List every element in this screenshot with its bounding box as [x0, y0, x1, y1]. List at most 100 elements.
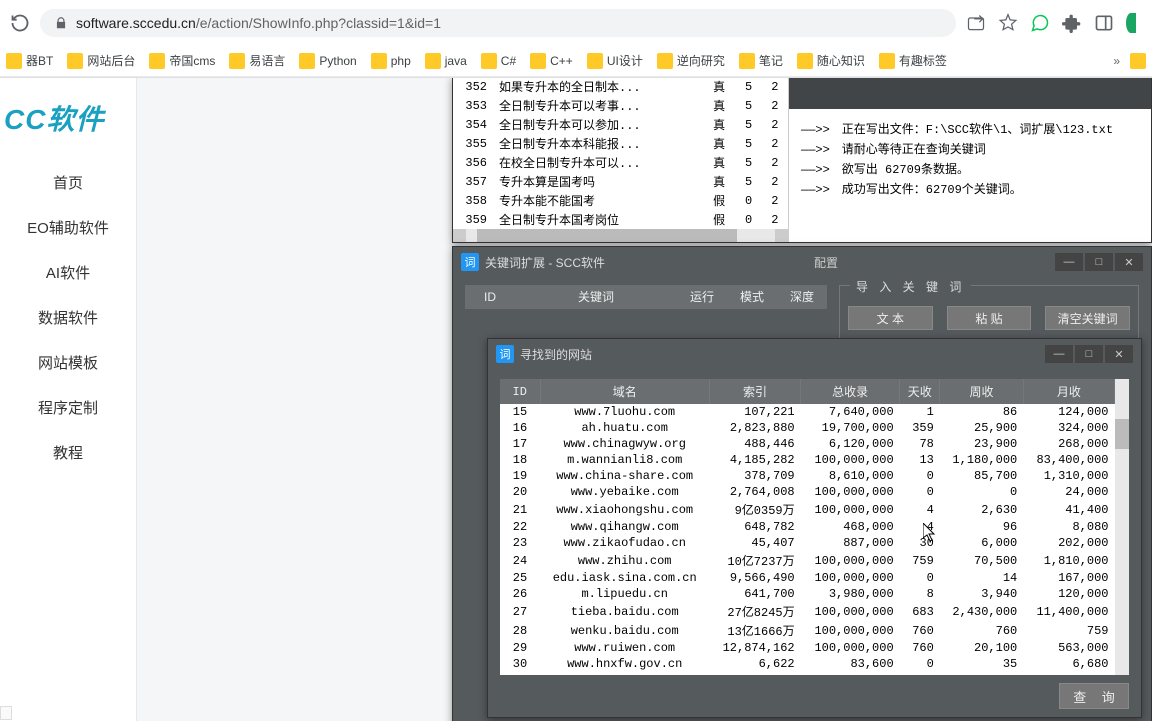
sidebar-item[interactable]: 首页 [0, 160, 136, 205]
folder-icon [371, 53, 387, 69]
column-header[interactable]: 关键词 [515, 285, 677, 309]
table-row[interactable]: 18m.wannianli8.com4,185,282100,000,00013… [500, 452, 1115, 468]
star-icon[interactable] [998, 13, 1018, 33]
column-header[interactable]: 域名 [540, 379, 709, 404]
minimize-button[interactable]: — [1045, 345, 1073, 363]
import-button[interactable]: 粘 贴 [947, 306, 1032, 330]
reload-icon[interactable] [10, 13, 30, 33]
window-title: 关键词扩展 - SCC软件 [485, 254, 605, 271]
config-link[interactable]: 配置 [814, 254, 846, 271]
url-path: /e/action/ShowInfo.php?classid=1&id=1 [196, 15, 441, 31]
bookmark-item[interactable]: 笔记 [739, 52, 783, 69]
import-legend: 导 入 关 键 词 [850, 278, 971, 295]
folder-icon [530, 53, 546, 69]
bookmarks-overflow[interactable]: » [1113, 54, 1120, 68]
bookmark-item[interactable]: 网站后台 [67, 52, 135, 69]
sidebar-item[interactable]: 程序定制 [0, 385, 136, 430]
close-button[interactable]: ✕ [1115, 253, 1143, 271]
folder-icon [587, 53, 603, 69]
column-header[interactable]: 周收 [940, 379, 1023, 404]
table-row[interactable]: 28wenku.baidu.com13亿1666万100,000,0007607… [500, 621, 1115, 640]
folder-icon [879, 53, 895, 69]
keyword-table-header: ID关键词运行模式深度 [465, 285, 827, 309]
folder-icon[interactable] [1130, 53, 1146, 69]
upper-window: 352如果专升本的全日制本...真52353全日制专升本可以考事...真5235… [452, 78, 1152, 243]
bookmark-item[interactable]: 逆向研究 [657, 52, 725, 69]
profile-avatar[interactable] [1126, 13, 1136, 33]
table-row[interactable]: 355全日制专升本本科能报...真52 [453, 134, 788, 153]
maximize-button[interactable]: □ [1075, 345, 1103, 363]
minimize-button[interactable]: — [1055, 253, 1083, 271]
query-button[interactable]: 查 询 [1059, 683, 1129, 709]
folder-icon [657, 53, 673, 69]
table-row[interactable]: 16ah.huatu.com2,823,88019,700,00035925,9… [500, 420, 1115, 436]
table-row[interactable]: 30www.hnxfw.gov.cn6,62283,6000356,680 [500, 656, 1115, 672]
import-keyword-group: 导 入 关 键 词 文 本粘 贴清空关键词 [839, 285, 1139, 341]
bookmark-item[interactable]: java [425, 53, 467, 69]
column-header[interactable]: 深度 [777, 285, 827, 309]
table-row[interactable]: 19www.china-share.com378,7098,610,000085… [500, 468, 1115, 484]
column-header[interactable]: 运行 [677, 285, 727, 309]
bookmark-item[interactable]: php [371, 53, 411, 69]
log-output: ——>> 正在写出文件：F:\SCC软件\1、词扩展\123.txt——>> 请… [789, 109, 1151, 208]
table-row[interactable]: 26m.lipuedu.cn641,7003,980,00083,940120,… [500, 586, 1115, 602]
column-header[interactable]: 天收 [900, 379, 940, 404]
share-icon[interactable] [966, 13, 986, 33]
panel-icon[interactable] [1094, 13, 1114, 33]
close-button[interactable]: ✕ [1105, 345, 1133, 363]
horizontal-scrollbar[interactable] [453, 229, 788, 242]
table-row[interactable]: 23www.zikaofudao.cn45,407887,000306,0002… [500, 535, 1115, 551]
table-row[interactable]: 24www.zhihu.com10亿7237万100,000,00075970,… [500, 551, 1115, 570]
sidebar-item[interactable]: 教程 [0, 430, 136, 475]
table-row[interactable]: 352如果专升本的全日制本...真52 [453, 78, 788, 96]
bookmark-item[interactable]: 随心知识 [797, 52, 865, 69]
sidebar-item[interactable]: AI软件 [0, 250, 136, 295]
chat-icon[interactable] [1030, 13, 1050, 33]
bookmark-item[interactable]: C++ [530, 53, 573, 69]
bookmark-item[interactable]: 易语言 [229, 52, 285, 69]
folder-icon [739, 53, 755, 69]
address-bar[interactable]: software.sccedu.cn/e/action/ShowInfo.php… [40, 9, 956, 37]
import-button[interactable]: 清空关键词 [1045, 306, 1130, 330]
column-header[interactable]: ID [465, 285, 515, 309]
log-line: ——>> 正在写出文件：F:\SCC软件\1、词扩展\123.txt [801, 120, 1139, 137]
table-row[interactable]: 356在校全日制专升本可以...真52 [453, 153, 788, 172]
vertical-scrollbar[interactable] [1115, 379, 1129, 675]
folder-icon [6, 53, 22, 69]
sidebar-item[interactable]: EO辅助软件 [0, 205, 136, 250]
table-row[interactable]: 29www.ruiwen.com12,874,162100,000,000760… [500, 640, 1115, 656]
table-row[interactable]: 15www.7luohu.com107,2217,640,000186124,0… [500, 404, 1115, 420]
table-row[interactable]: 358专升本能不能国考假02 [453, 191, 788, 210]
table-row[interactable]: 353全日制专升本可以考事...真52 [453, 96, 788, 115]
bookmark-item[interactable]: C# [481, 53, 516, 69]
column-header[interactable]: 总收录 [801, 379, 900, 404]
bookmarks-bar: 器BT 网站后台帝国cms 易语言 Python phpjava C# C++ UI设计逆向研… [0, 45, 1152, 77]
sidebar-item[interactable]: 数据软件 [0, 295, 136, 340]
table-row[interactable]: 27tieba.baidu.com27亿8245万100,000,0006832… [500, 602, 1115, 621]
bookmark-item[interactable]: 有趣标签 [879, 52, 947, 69]
sidebar-item[interactable]: 网站模板 [0, 340, 136, 385]
table-row[interactable]: 20www.yebaike.com2,764,008100,000,000002… [500, 484, 1115, 500]
table-row[interactable]: 22www.qihangw.com648,782468,0004968,080 [500, 519, 1115, 535]
upper-keyword-table: 352如果专升本的全日制本...真52353全日制专升本可以考事...真5235… [453, 78, 788, 229]
column-header[interactable]: 月收 [1023, 379, 1114, 404]
bookmark-item[interactable]: Python [299, 53, 356, 69]
bookmark-item[interactable]: 器BT [6, 52, 53, 69]
column-header[interactable]: 模式 [727, 285, 777, 309]
table-row[interactable]: 357专升本算是国考吗真52 [453, 172, 788, 191]
table-row[interactable]: 17www.chinagwyw.org488,4466,120,0007823,… [500, 436, 1115, 452]
maximize-button[interactable]: □ [1085, 253, 1113, 271]
column-header[interactable]: ID [500, 379, 540, 404]
import-button[interactable]: 文 本 [848, 306, 933, 330]
app-icon: 词 [496, 345, 514, 363]
sidebar: CC软件 首页EO辅助软件AI软件数据软件网站模板程序定制教程 [0, 78, 137, 721]
bookmark-item[interactable]: 帝国cms [149, 52, 215, 69]
table-row[interactable]: 25edu.iask.sina.com.cn9,566,490100,000,0… [500, 570, 1115, 586]
table-row[interactable]: 21www.xiaohongshu.com9亿0359万100,000,0004… [500, 500, 1115, 519]
folder-icon [797, 53, 813, 69]
extensions-icon[interactable] [1062, 13, 1082, 33]
table-row[interactable]: 354全日制专升本可以参加...真52 [453, 115, 788, 134]
bookmark-item[interactable]: UI设计 [587, 52, 643, 69]
table-row[interactable]: 359全日制专升本国考岗位假02 [453, 210, 788, 229]
column-header[interactable]: 索引 [709, 379, 800, 404]
